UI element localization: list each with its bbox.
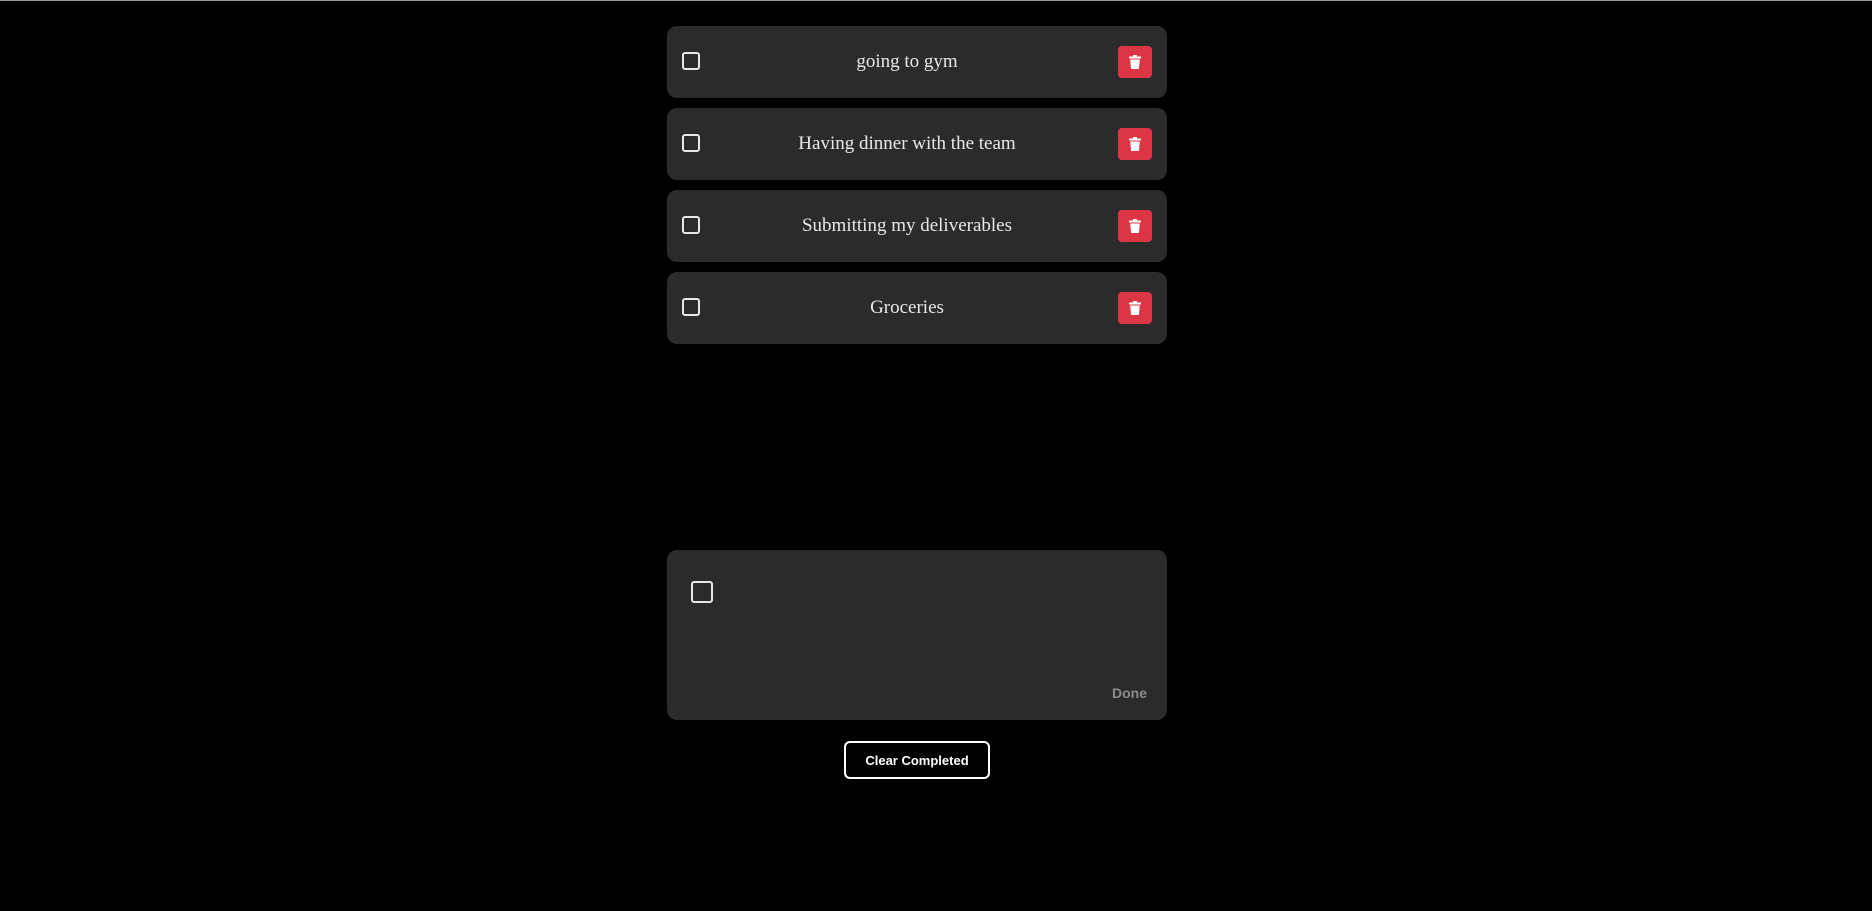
trash-icon (1129, 301, 1141, 315)
todo-item: going to gym (667, 26, 1167, 98)
todo-checkbox[interactable] (682, 298, 700, 316)
todo-text: going to gym (856, 51, 958, 72)
todo-text: Having dinner with the team (798, 133, 1016, 154)
new-todo-checkbox[interactable] (691, 581, 713, 603)
delete-button[interactable] (1118, 210, 1152, 242)
trash-icon (1129, 219, 1141, 233)
todo-text: Groceries (870, 297, 944, 318)
todo-item: Groceries (667, 272, 1167, 344)
todo-item: Submitting my deliverables (667, 190, 1167, 262)
delete-button[interactable] (1118, 46, 1152, 78)
trash-icon (1129, 55, 1141, 69)
done-button[interactable]: Done (1112, 685, 1147, 701)
new-todo-input[interactable] (737, 572, 1143, 676)
trash-icon (1129, 137, 1141, 151)
delete-button[interactable] (1118, 292, 1152, 324)
todo-list: going to gym Having dinner with the team (667, 26, 1167, 354)
todo-checkbox[interactable] (682, 52, 700, 70)
delete-button[interactable] (1118, 128, 1152, 160)
todo-checkbox[interactable] (682, 134, 700, 152)
todo-checkbox[interactable] (682, 216, 700, 234)
new-todo-composer: Done (667, 550, 1167, 720)
clear-completed-button[interactable]: Clear Completed (844, 741, 990, 779)
todo-item: Having dinner with the team (667, 108, 1167, 180)
todo-app: going to gym Having dinner with the team (0, 0, 1872, 911)
todo-text: Submitting my deliverables (801, 215, 1013, 236)
